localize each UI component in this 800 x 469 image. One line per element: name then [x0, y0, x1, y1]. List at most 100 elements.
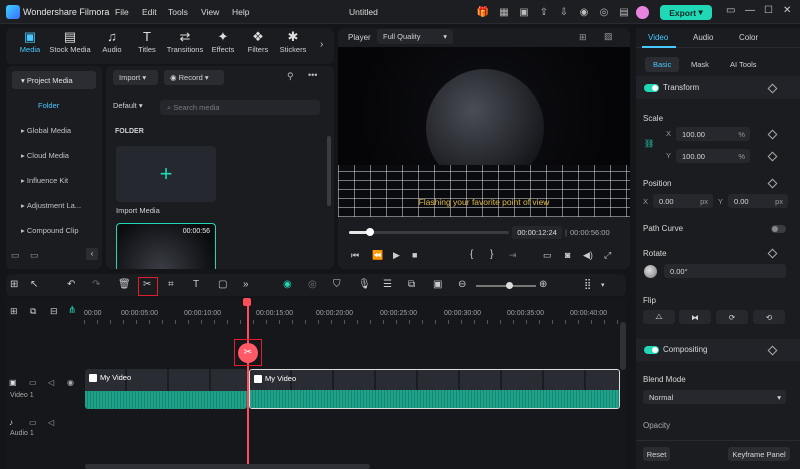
zoom-out-icon[interactable]: ⊖ [458, 279, 466, 290]
delete-icon[interactable]: 🗑 [118, 279, 131, 290]
speaker-icon[interactable]: ◁ [48, 378, 54, 387]
record-button[interactable]: ◉ Record ▾ [164, 70, 224, 85]
subtab-mask[interactable]: Mask [683, 57, 717, 72]
link-icon[interactable]: ⧉ [30, 306, 36, 317]
maximize-icon[interactable]: ☐ [764, 5, 773, 16]
tab-media[interactable]: ▣ Media [8, 28, 52, 54]
headset-icon[interactable]: ◎ [597, 5, 611, 19]
ai-assist-icon[interactable]: ◉ [283, 279, 292, 290]
sort-dropdown[interactable]: Default ▾ [113, 101, 143, 110]
import-media-tile[interactable]: + [116, 146, 216, 202]
rotate-input[interactable]: 0.00° [664, 264, 786, 278]
menu-edit[interactable]: Edit [142, 7, 157, 17]
new-folder-icon[interactable]: ▭ [11, 250, 20, 261]
collapse-sidebar-icon[interactable]: ‹ [86, 248, 98, 260]
gift-icon[interactable]: 🎁 [476, 5, 490, 19]
layout-grid-icon[interactable]: ⊞ [10, 279, 18, 290]
camera-icon[interactable]: ◙ [565, 250, 570, 260]
layout-icon[interactable]: ▭ [726, 5, 735, 16]
tab-color[interactable]: Color [739, 33, 758, 42]
mark-out-icon[interactable]: } [490, 249, 493, 260]
media-clip-thumbnail[interactable]: 00:00:56 [116, 223, 216, 269]
keyframe-icon[interactable] [767, 178, 778, 189]
search-input[interactable]: ⌕ Search media [160, 100, 320, 115]
stop-icon[interactable]: ■ [412, 250, 417, 260]
sidebar-item-compound-clip[interactable]: ▸ Compound Clip [12, 221, 96, 239]
import-button[interactable]: Import ▾ [113, 70, 158, 85]
select-tool-icon[interactable]: ↖ [30, 279, 38, 290]
keyframe-icon[interactable] [767, 151, 778, 162]
zoom-slider[interactable] [476, 282, 536, 289]
sidebar-item-global-media[interactable]: ▸ Global Media [12, 121, 96, 139]
sidebar-item-folder[interactable]: Folder [12, 96, 96, 114]
speaker-icon[interactable]: ◁ [48, 418, 54, 427]
magnet-icon[interactable]: ⋔ [68, 305, 76, 316]
export-button[interactable]: Export ▾ [660, 5, 712, 20]
snapshot-tool-icon[interactable]: ⧉ [408, 279, 415, 290]
tab-audio[interactable]: Audio [693, 33, 713, 42]
text-tool-icon[interactable]: T [193, 279, 199, 290]
fullscreen-icon[interactable]: ⤢ [604, 250, 611, 261]
play-icon[interactable]: ▶ [393, 250, 400, 261]
flip-horizontal-button[interactable]: ⧍ [643, 310, 675, 324]
display-icon[interactable]: ▭ [543, 250, 552, 261]
menu-file[interactable]: File [115, 7, 129, 17]
menu-view[interactable]: View [201, 7, 219, 17]
sidebar-item-cloud-media[interactable]: ▸ Cloud Media [12, 146, 96, 164]
playback-progress-track[interactable] [349, 228, 509, 236]
menu-help[interactable]: Help [232, 7, 249, 17]
compositing-toggle[interactable] [644, 346, 659, 354]
tab-video[interactable]: Video [648, 33, 668, 42]
sidebar-item-adjustment-layer[interactable]: ▸ Adjustment La... [12, 196, 96, 214]
snap-icon[interactable]: ⊟ [50, 306, 58, 317]
more-icon[interactable]: ••• [308, 70, 317, 80]
transform-tool-icon[interactable]: ▢ [218, 279, 227, 290]
rotate-dial[interactable] [644, 265, 657, 278]
chevron-right-icon[interactable]: › [320, 39, 323, 50]
save-icon[interactable]: ▣ [517, 5, 531, 19]
video-clip[interactable]: My Video [249, 369, 620, 409]
user-icon[interactable]: ◉ [577, 5, 591, 19]
media-scrollbar[interactable] [327, 136, 331, 206]
rotate-clockwise-button[interactable]: ⟳ [716, 310, 748, 324]
avatar[interactable] [636, 6, 649, 19]
current-time[interactable]: 00:00:12:24 [512, 226, 562, 239]
subtab-basic[interactable]: Basic [645, 57, 680, 72]
subtab-ai-tools[interactable]: AI Tools [722, 57, 765, 72]
blend-mode-dropdown[interactable]: Normal ▾ [643, 390, 786, 404]
quality-dropdown[interactable]: Full Quality ▾ [377, 29, 453, 44]
filter-icon[interactable]: ⚲ [287, 71, 294, 82]
caption-icon[interactable]: ▣ [433, 279, 442, 290]
reset-button[interactable]: Reset [643, 447, 670, 461]
path-curve-toggle[interactable] [771, 225, 786, 233]
zoom-in-icon[interactable]: ⊕ [539, 279, 547, 290]
keyframe-panel-button[interactable]: Keyframe Panel [728, 447, 790, 461]
close-icon[interactable]: ✕ [783, 5, 791, 16]
menu-tools[interactable]: Tools [168, 7, 188, 17]
tab-stock-media[interactable]: ▤ Stock Media [48, 28, 92, 54]
microphone-icon[interactable]: 🎙 [358, 279, 371, 290]
more-tools-icon[interactable]: » [243, 279, 249, 290]
step-back-icon[interactable]: ⏪ [372, 250, 383, 261]
previous-frame-icon[interactable]: ⏮ [351, 250, 359, 261]
scale-y-input[interactable]: 100.00% [676, 149, 750, 163]
rotate-counterclockwise-button[interactable]: ⟲ [753, 310, 785, 324]
folder-icon[interactable]: ▭ [30, 250, 39, 261]
zoom-slider-knob[interactable] [506, 282, 513, 289]
sidebar-item-influence-kit[interactable]: ▸ Influence Kit [12, 171, 96, 189]
lock-ratio-icon[interactable]: ⛓ [644, 139, 654, 148]
eye-icon[interactable]: ◉ [67, 378, 74, 387]
tab-stickers[interactable]: ✱ Stickers [271, 28, 315, 54]
volume-icon[interactable]: ◀) [583, 250, 593, 261]
playhead-knob[interactable] [365, 228, 374, 236]
crop-icon[interactable]: ⌗ [168, 279, 174, 290]
time-ruler[interactable]: 00:00 00:00:05:00 00:00:10:00 00:00:15:0… [84, 304, 624, 324]
video-preview[interactable]: Flashing your favorite point of view [338, 47, 630, 217]
sidebar-item-project-media[interactable]: ▾ Project Media [12, 71, 96, 89]
snapshot-icon[interactable]: ▨ [604, 31, 613, 42]
voiceover-icon[interactable]: ☰ [383, 279, 392, 290]
add-track-icon[interactable]: ⊞ [10, 306, 18, 317]
undo-icon[interactable]: ↶ [67, 279, 75, 290]
transform-toggle[interactable] [644, 84, 659, 92]
folder-icon[interactable]: ▭ [29, 418, 37, 427]
